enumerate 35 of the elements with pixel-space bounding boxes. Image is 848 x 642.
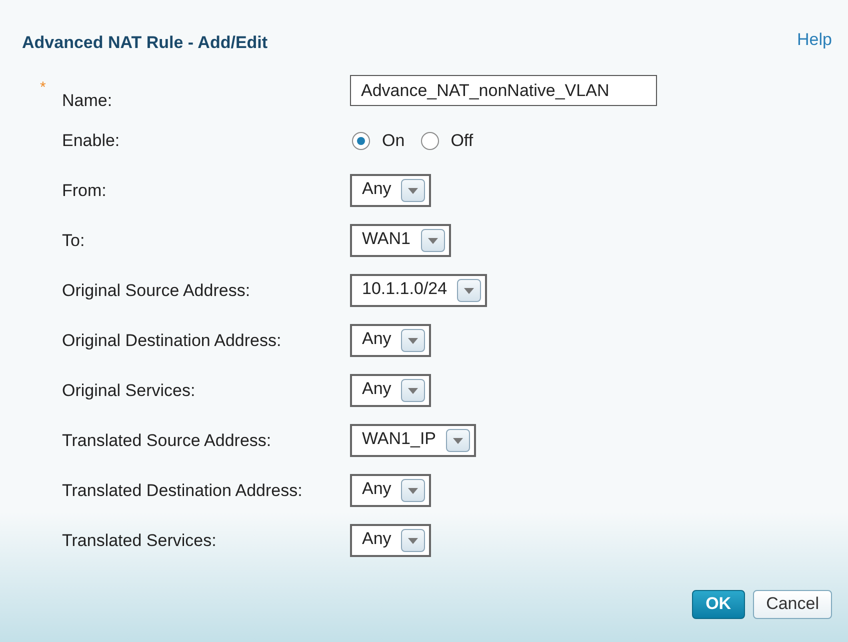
radio-label: On: [382, 130, 405, 152]
field-label: Name:: [62, 90, 112, 112]
field-label: From:: [62, 180, 106, 202]
name-field[interactable]: Advance_NAT_nonNative_VLAN: [350, 75, 657, 106]
dialog-title: Advanced NAT Rule - Add/Edit: [22, 32, 268, 54]
caret-icon: [401, 329, 426, 352]
field-label: Original Destination Address:: [62, 330, 282, 352]
caret-icon: [401, 379, 426, 402]
field-label: Original Services:: [62, 380, 196, 402]
help-link[interactable]: Help: [797, 27, 832, 52]
dropdown[interactable]: Any: [350, 324, 432, 357]
radio-button[interactable]: [352, 132, 370, 150]
dropdown[interactable]: Any: [350, 374, 432, 407]
dropdown[interactable]: Any: [350, 174, 432, 207]
dropdown[interactable]: WAN1_IP: [350, 424, 476, 457]
field-label: Translated Source Address:: [62, 430, 272, 452]
field-label: Enable:: [62, 130, 120, 152]
dropdown[interactable]: Any: [350, 524, 432, 557]
caret-icon: [401, 179, 426, 202]
dropdown[interactable]: Any: [350, 474, 432, 507]
required-marker: *: [40, 78, 47, 98]
caret-icon: [401, 479, 426, 502]
field-label: Translated Services:: [62, 530, 216, 552]
field-label: To:: [62, 230, 85, 252]
dropdown[interactable]: WAN1: [350, 224, 450, 257]
caret-icon: [420, 229, 444, 252]
caret-icon: [457, 279, 482, 302]
caret-icon: [446, 429, 470, 452]
caret-icon: [401, 529, 426, 552]
cancel-button[interactable]: Cancel: [753, 590, 832, 618]
radio-button[interactable]: [420, 132, 439, 150]
radio-label: Off: [450, 130, 474, 152]
dropdown[interactable]: 10.1.1.0/24: [350, 274, 488, 307]
field-label: Original Source Address:: [62, 280, 250, 302]
field-label: Translated Destination Address:: [62, 480, 302, 502]
